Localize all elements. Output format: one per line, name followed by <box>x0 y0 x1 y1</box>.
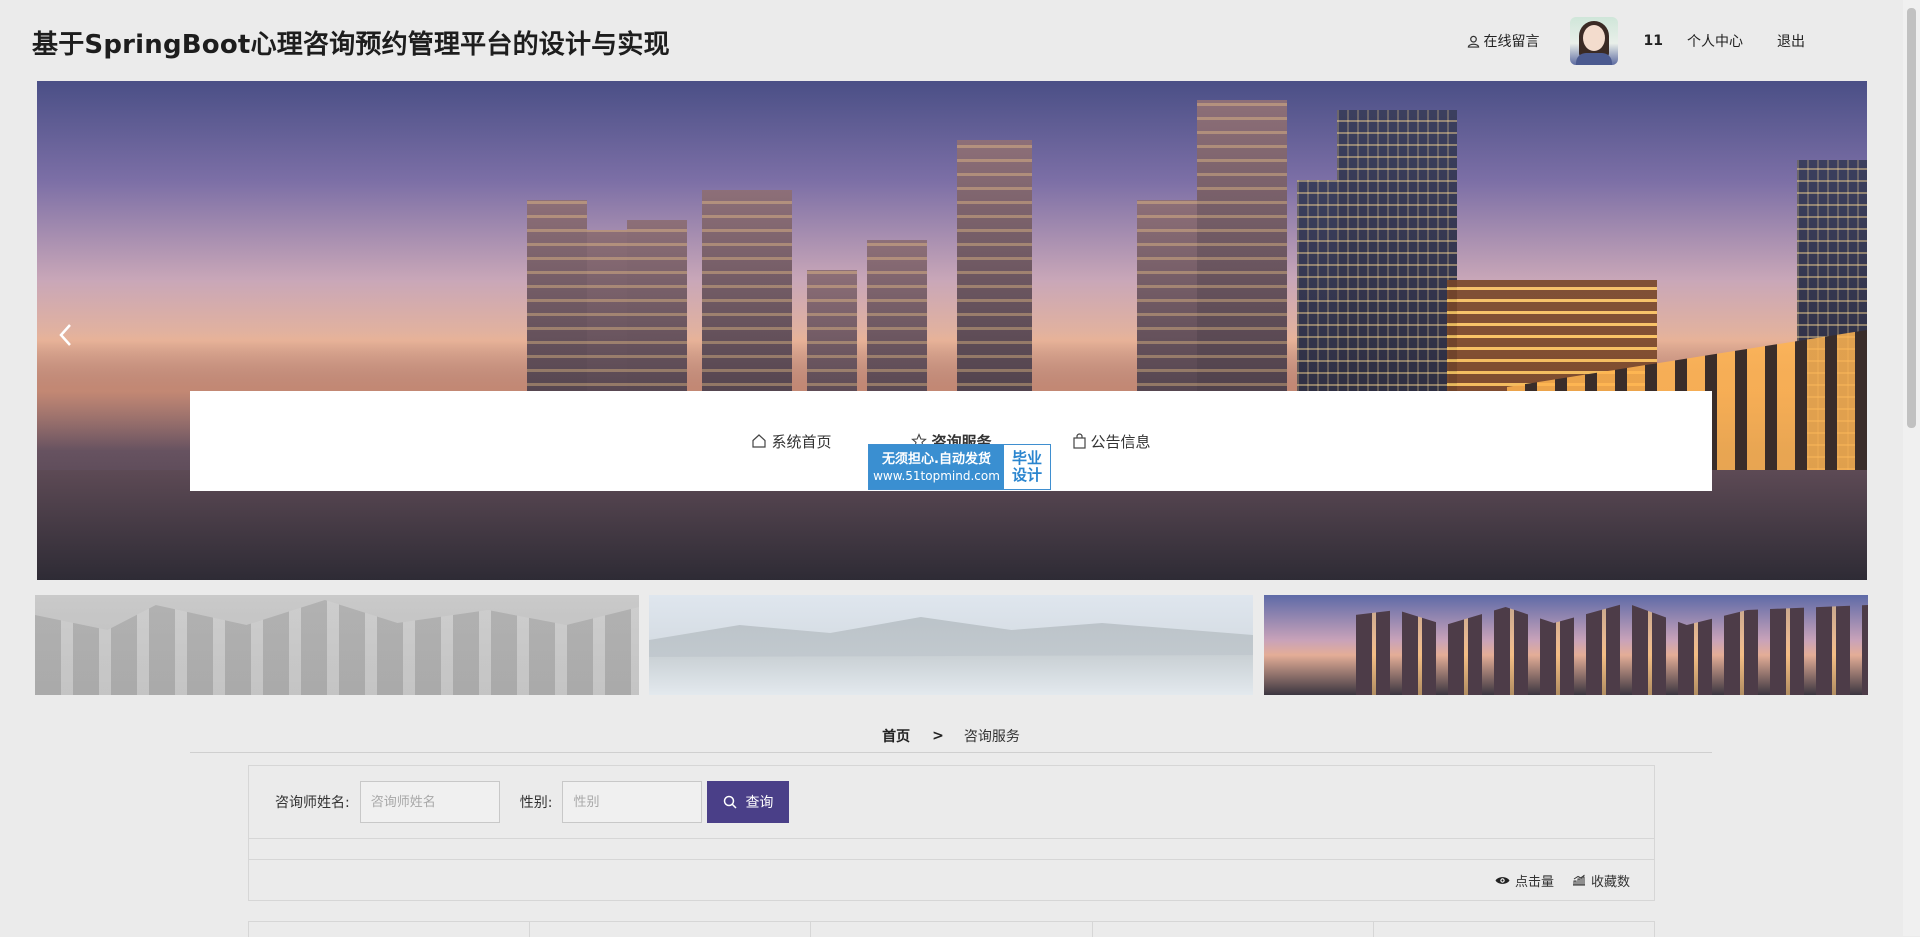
online-message-link[interactable]: 在线留言 <box>1467 31 1540 51</box>
promo-line-1: 无须担心.自动发货 <box>882 451 991 467</box>
sort-clicks-label: 点击量 <box>1514 874 1554 890</box>
nav-item-notice[interactable]: 公告信息 <box>1072 431 1151 452</box>
nav-item-home[interactable]: 系统首页 <box>751 431 831 452</box>
search-panel: 咨询师姓名: 性别: 查询 <box>248 765 1655 839</box>
counselor-card[interactable] <box>248 922 529 937</box>
sort-by-clicks[interactable]: 点击量 <box>1495 871 1554 890</box>
counselor-name-label: 咨询师姓名: <box>275 795 350 811</box>
counselor-card[interactable] <box>1372 922 1656 937</box>
avatar[interactable] <box>1569 17 1618 65</box>
counselor-card[interactable] <box>529 922 810 937</box>
gender-label: 性别: <box>519 795 553 811</box>
username[interactable]: 11 <box>1644 33 1663 49</box>
header: 基于SpringBoot心理咨询预约管理平台的设计与实现 在线留言 11 个人中… <box>0 0 1920 82</box>
promo-right-line-1: 毕业 <box>1011 449 1042 467</box>
breadcrumb-separator: > <box>932 727 944 744</box>
breadcrumb: 首页 > 咨询服务 <box>190 719 1712 753</box>
counselor-card[interactable] <box>810 922 1091 937</box>
home-icon <box>752 434 767 448</box>
breadcrumb-current: 咨询服务 <box>963 728 1020 745</box>
promo-badge: 无须担心.自动发货 www.51topmind.com 毕业 设计 <box>868 444 1051 490</box>
header-nav: 在线留言 11 个人中心 退出 <box>1467 16 1805 66</box>
scrollbar-thumb[interactable] <box>1907 8 1916 428</box>
nav-item-label: 系统首页 <box>771 432 832 451</box>
promo-right-line-2: 设计 <box>1011 466 1042 484</box>
personal-center-link[interactable]: 个人中心 <box>1687 31 1743 51</box>
counselor-name-input[interactable] <box>359 781 500 823</box>
breadcrumb-home[interactable]: 首页 <box>882 726 910 746</box>
bag-icon <box>1072 433 1086 449</box>
search-button-label: 查询 <box>745 795 774 811</box>
user-icon <box>1467 35 1479 48</box>
logout-link[interactable]: 退出 <box>1777 31 1805 51</box>
sort-by-favorites[interactable]: 收藏数 <box>1572 871 1630 890</box>
carousel-thumb-2[interactable] <box>649 595 1253 695</box>
chevron-left-icon <box>59 324 71 346</box>
counselor-card-grid <box>248 921 1656 937</box>
online-message-label: 在线留言 <box>1483 34 1540 50</box>
promo-line-2: www.51topmind.com <box>873 468 1000 483</box>
nav-item-label: 公告信息 <box>1090 432 1151 451</box>
counselor-card[interactable] <box>1091 922 1373 937</box>
banner-carousel <box>37 81 1867 580</box>
carousel-prev-button[interactable] <box>47 317 83 353</box>
search-button[interactable]: 查询 <box>707 781 790 823</box>
gender-input[interactable] <box>562 781 703 823</box>
search-icon <box>724 795 737 809</box>
chart-icon <box>1572 874 1585 886</box>
eye-icon <box>1495 876 1510 884</box>
carousel-thumb-1[interactable] <box>35 595 639 695</box>
sort-bar: 点击量 收藏数 <box>248 859 1655 901</box>
filter-row <box>248 838 1655 860</box>
carousel-thumb-3[interactable] <box>1264 595 1868 695</box>
site-title: 基于SpringBoot心理咨询预约管理平台的设计与实现 <box>32 30 670 60</box>
carousel-thumbnails <box>35 595 1868 695</box>
sort-favorites-label: 收藏数 <box>1590 874 1630 890</box>
page-scrollbar[interactable] <box>1903 0 1920 936</box>
